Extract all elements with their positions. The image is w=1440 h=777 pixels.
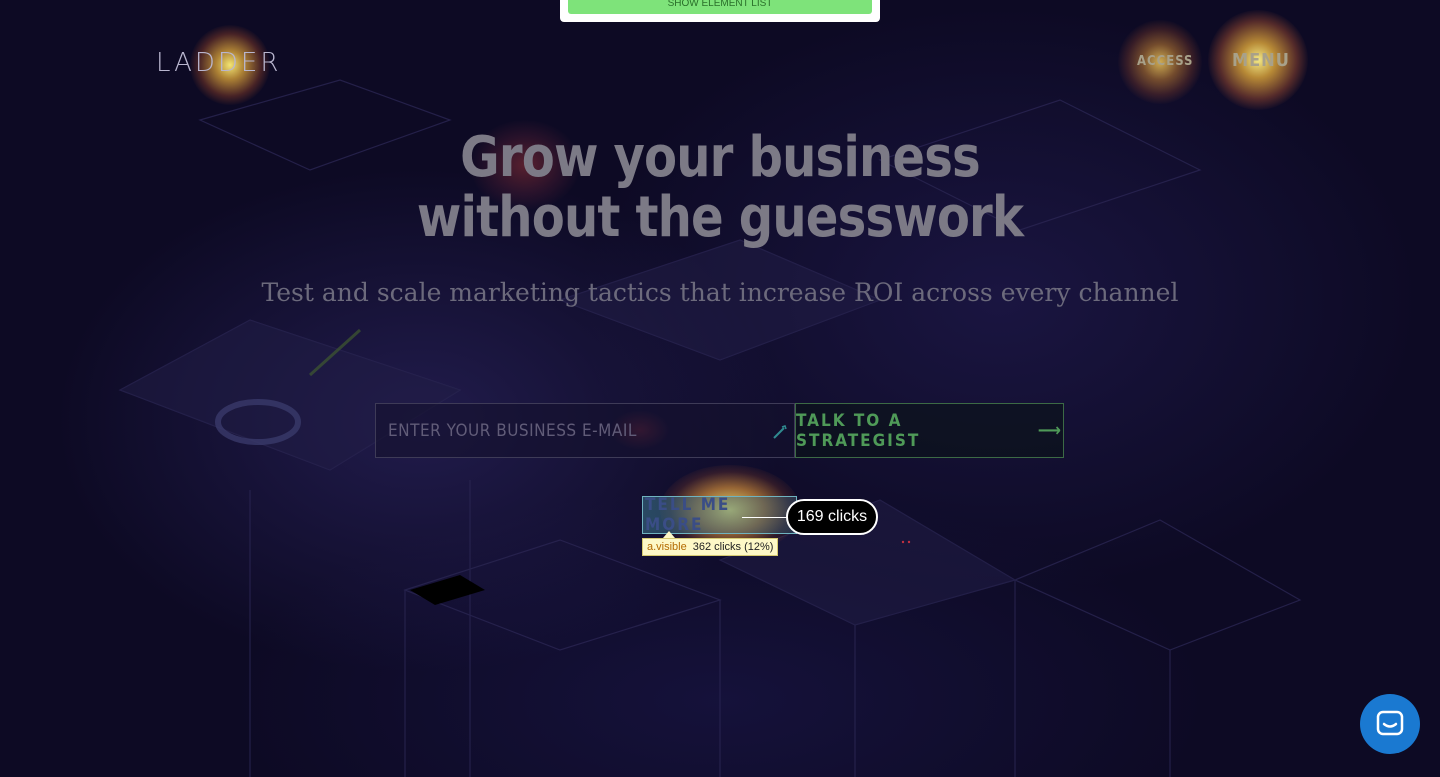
tooltip-stats: 362 clicks (12%) [692, 541, 774, 553]
cta-label: TALK TO A STRATEGIST [796, 410, 921, 451]
hero-title: Grow your business without the guesswork [101, 128, 1339, 248]
element-tooltip: a.visible 362 clicks (12%) [642, 538, 779, 556]
click-dots [901, 540, 911, 544]
tell-me-more-label: TELL ME MORE [645, 495, 731, 535]
chat-launcher-button[interactable] [1360, 694, 1420, 754]
arrow-right-icon: ⟶ [1037, 420, 1063, 441]
pencil-icon [773, 425, 787, 439]
access-link[interactable]: ACCESS [1137, 54, 1193, 69]
page-background [0, 0, 1440, 777]
email-field[interactable] [375, 403, 795, 458]
show-element-list-button[interactable]: SHOW ELEMENT LIST [568, 0, 872, 14]
tell-me-more-link[interactable]: TELL ME MORE [642, 495, 797, 535]
bubble-connector [742, 517, 788, 518]
hero-title-line1: Grow your business [460, 125, 981, 190]
email-input[interactable] [376, 404, 794, 457]
show-element-list-label: SHOW ELEMENT LIST [667, 0, 773, 9]
hero-title-line2: without the guesswork [416, 185, 1024, 250]
chat-icon [1376, 710, 1404, 736]
click-count-bubble: 169 clicks [786, 499, 878, 535]
isometric-grid-illustration [118, 79, 1302, 777]
heatmap-toolbar: SHOW ELEMENT LIST [560, 0, 880, 22]
tooltip-selector: a.visible [647, 541, 687, 553]
ladder-logo[interactable]: LADDER [156, 48, 281, 78]
tooltip-caret [663, 531, 675, 538]
hero-subtitle: Test and scale marketing tactics that in… [261, 278, 1179, 307]
talk-to-strategist-button[interactable]: TALK TO A STRATEGIST ⟶ [795, 403, 1064, 458]
menu-button[interactable]: MENU [1232, 50, 1290, 71]
